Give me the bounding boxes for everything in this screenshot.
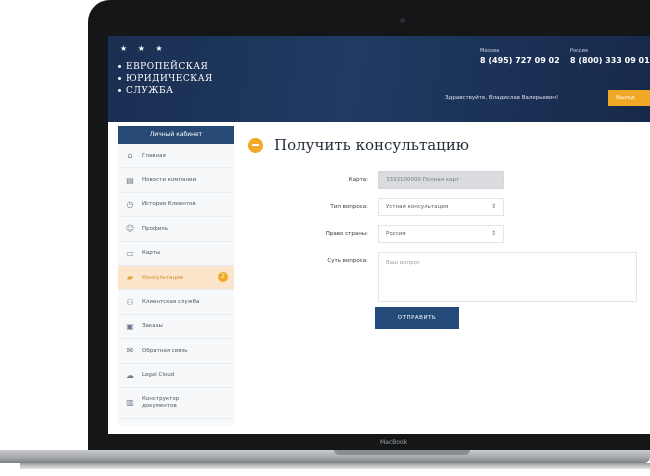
law-select[interactable]: Россия ⇕ — [378, 225, 504, 243]
constructor-icon: ▥ — [126, 398, 134, 408]
sidebar-item-cards[interactable]: ▭ Карты — [118, 242, 234, 266]
sidebar-item-orders[interactable]: ▣ Заказы — [118, 315, 234, 340]
logo-dot-icon — [118, 77, 121, 80]
sidebar-item-support[interactable]: ⚇ Клиентская служба — [118, 290, 234, 315]
card-label: Карта: — [348, 177, 368, 183]
logo-dot-icon — [118, 89, 121, 92]
notification-badge: 2 — [218, 271, 228, 282]
sidebar-item-constructor[interactable]: ▥ Конструктор документов — [118, 388, 234, 419]
sidebar-item-label: Профиль — [142, 225, 169, 232]
question-placeholder: Ваш вопрос — [386, 260, 421, 266]
chevron-updown-icon: ⇕ — [490, 203, 496, 210]
phone-russia-number[interactable]: 8 (800) 333 09 01 — [570, 56, 650, 65]
phone-moscow: Москва 8 (495) 727 09 02 — [480, 48, 560, 65]
card-field[interactable]: 3333100000 Полная карт — [378, 171, 504, 189]
page-title: Получить консультацию — [274, 136, 469, 154]
phone-moscow-number[interactable]: 8 (495) 727 09 02 — [480, 56, 560, 65]
site-header: ★ ★ ★ ЕВРОПЕЙСКАЯ ЮРИДИЧЕСКАЯ СЛУЖБА Мос… — [108, 36, 650, 122]
folder-icon: ▰ — [126, 273, 134, 283]
laptop-base — [0, 450, 650, 463]
sidebar-item-profile[interactable]: ☺ Профиль — [118, 217, 234, 242]
topic-select-value: Устная консультация — [386, 204, 449, 210]
sidebar-item-label: Карты — [142, 250, 161, 257]
sidebar-item-label: Новости компании — [142, 177, 197, 184]
consultation-icon — [248, 138, 263, 153]
sidebar: Личный кабинет ⌂ Главная ▤ Новости компа… — [118, 126, 234, 426]
sidebar-item-news[interactable]: ▤ Новости компании — [118, 168, 234, 193]
orders-icon: ▣ — [126, 321, 134, 331]
submit-button[interactable]: ОТПРАВИТЬ — [375, 307, 459, 329]
logo-line-2: ЮРИДИЧЕСКАЯ — [126, 74, 213, 84]
laptop-shadow — [20, 463, 650, 469]
app-window: ★ ★ ★ ЕВРОПЕЙСКАЯ ЮРИДИЧЕСКАЯ СЛУЖБА Мос… — [108, 36, 650, 434]
phone-moscow-city: Москва — [480, 48, 500, 54]
logo-dot-icon — [118, 65, 121, 68]
sidebar-item-label: Клиентская служба — [142, 299, 200, 306]
logo[interactable]: ★ ★ ★ ЕВРОПЕЙСКАЯ ЮРИДИЧЕСКАЯ СЛУЖБА — [114, 44, 244, 114]
user-icon: ☺ — [125, 224, 135, 234]
logo-stars: ★ ★ ★ — [120, 44, 167, 53]
sidebar-item-label: Конструктор документов — [142, 395, 180, 409]
user-greeting: Здравствуйте, Владислав Валерьевич! — [445, 95, 559, 101]
sidebar-item-label: Legal Cloud — [142, 372, 175, 379]
history-icon: ◷ — [126, 199, 134, 209]
topic-label: Тип вопроса: — [330, 204, 368, 210]
sidebar-item-label: Главная — [142, 152, 166, 159]
chevron-updown-icon: ⇕ — [490, 230, 496, 237]
device-brand: MacBook — [380, 439, 408, 446]
sidebar-item-legal-cloud[interactable]: ☁ Legal Cloud — [118, 364, 234, 388]
phone-russia-city: Россия — [570, 48, 588, 54]
home-icon: ⌂ — [127, 151, 133, 161]
sidebar-item-consultations[interactable]: ▰ Консультации 2 — [118, 265, 234, 291]
chat-icon: ✉ — [126, 346, 134, 356]
news-icon: ▤ — [126, 175, 134, 185]
sidebar-item-label: История Клиентов — [142, 201, 196, 208]
topic-select[interactable]: Устная консультация ⇕ — [378, 198, 504, 216]
phone-russia: Россия 8 (800) 333 09 01 — [570, 48, 650, 65]
sidebar-title: Личный кабинет — [118, 126, 234, 144]
law-label: Право страны: — [325, 231, 368, 237]
question-textarea[interactable]: Ваш вопрос — [378, 252, 637, 302]
cards-icon: ▭ — [126, 248, 134, 258]
logo-line-3: СЛУЖБА — [126, 86, 174, 96]
sidebar-item-feedback[interactable]: ✉ Обратная связь — [118, 339, 234, 364]
sidebar-item-label: Обратная связь — [142, 347, 188, 354]
logo-line-1: ЕВРОПЕЙСКАЯ — [126, 62, 209, 72]
question-label: Суть вопроса: — [327, 258, 368, 264]
sidebar-item-history[interactable]: ◷ История Клиентов — [118, 193, 234, 218]
support-icon: ⚇ — [126, 297, 134, 307]
law-select-value: Россия — [386, 231, 406, 237]
sidebar-item-label: Заказы — [142, 323, 163, 330]
laptop-notch — [334, 450, 470, 455]
cloud-icon: ☁ — [126, 370, 134, 380]
sidebar-item-home[interactable]: ⌂ Главная — [118, 144, 234, 169]
camera-icon — [400, 18, 405, 23]
sidebar-item-label: Консультации — [142, 274, 184, 281]
logout-button[interactable]: Выход — [608, 90, 650, 106]
